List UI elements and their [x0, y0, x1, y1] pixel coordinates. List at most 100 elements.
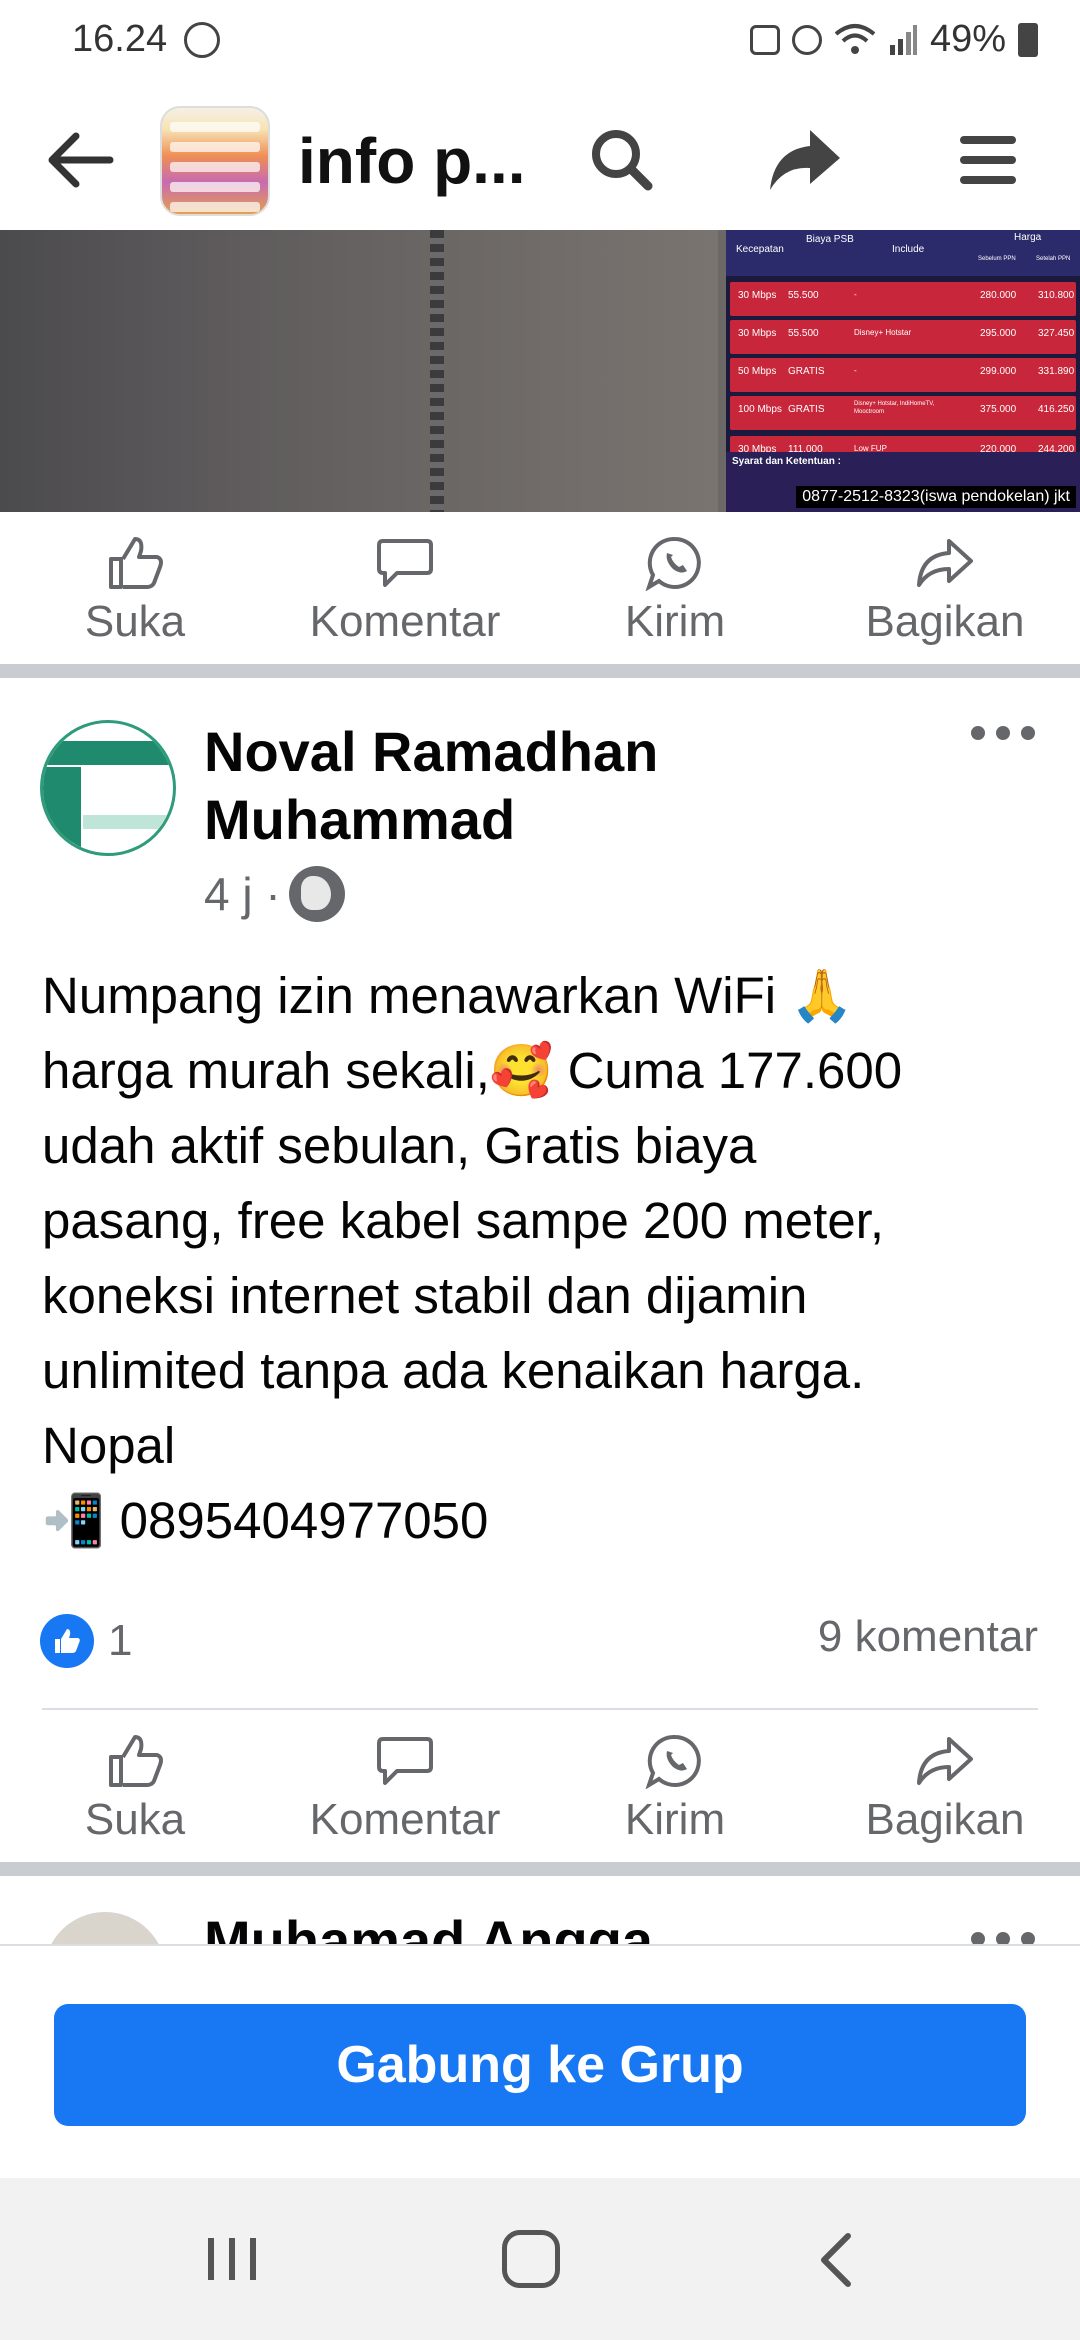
price-table-header-harga: Harga [1014, 232, 1042, 243]
previous-post-image[interactable]: Kecepatan Biaya PSB Include Harga Sebelu… [0, 230, 1080, 512]
comment-count[interactable]: 9 komentar [818, 1612, 1038, 1662]
price-cell: 30 Mbps [738, 290, 777, 301]
price-cell: 100 Mbps [738, 404, 782, 415]
reaction-count: 1 [108, 1616, 133, 1665]
like-label: Suka [84, 597, 186, 646]
price-cell: GRATIS [788, 366, 825, 377]
price-cell: 55.500 [788, 290, 819, 301]
status-time: 16.24 [72, 18, 168, 60]
comment-label: Komentar [309, 597, 501, 646]
price-cell: GRATIS [788, 404, 825, 415]
price-cell: 327.450 [1038, 328, 1075, 339]
share-arrow-icon[interactable] [764, 120, 844, 200]
price-cell: 310.800 [1038, 290, 1075, 301]
like-button[interactable]: Suka [0, 1714, 270, 1864]
join-group-button[interactable]: Gabung ke Grup [54, 2004, 1026, 2126]
like-icon [109, 537, 163, 589]
price-cell: - [854, 290, 857, 299]
send-label: Kirim [624, 597, 726, 646]
price-cell: Disney+ Hotstar [854, 328, 912, 337]
price-cell: 416.250 [1038, 404, 1075, 415]
post-separator [0, 1862, 1080, 1876]
status-bar: 16.24 49% [0, 0, 1080, 84]
like-button[interactable]: Suka [0, 516, 270, 666]
wifi-icon [834, 23, 876, 54]
price-table-header: Kecepatan Biaya PSB Include Harga Sebelu… [726, 230, 1080, 276]
comment-icon [377, 539, 433, 587]
battery-saver-icon [749, 24, 780, 55]
photo-zipper [430, 230, 444, 512]
price-cell: 299.000 [980, 366, 1017, 377]
reactions-summary[interactable]: 1 [40, 1614, 132, 1668]
globe-icon [288, 866, 345, 922]
whatsapp-icon [645, 1734, 701, 1789]
post-body: Numpang izin menawarkan WiFi 🙏 harga mur… [42, 967, 903, 1549]
comment-button[interactable]: Komentar [270, 1714, 540, 1864]
whatsapp-notification-icon [184, 22, 220, 58]
recent-apps-icon[interactable] [204, 2234, 260, 2284]
comment-button[interactable]: Komentar [270, 516, 540, 666]
post-time[interactable]: 4 j · [204, 867, 281, 921]
price-cell: - [854, 366, 857, 375]
send-button[interactable]: Kirim [540, 1714, 810, 1864]
price-table-header-before-ppn: Sebelum PPN [978, 256, 1016, 262]
price-cell: 50 Mbps [738, 366, 777, 377]
price-row: 30 Mbps 55.500 Disney+ Hotstar 295.000 3… [730, 320, 1076, 354]
system-nav-bar [0, 2178, 1080, 2340]
top-app-bar: info p... [0, 84, 1080, 230]
phone-overlay: 0877-2512-8323(iswa pendokelan) jkt [796, 486, 1076, 508]
alarm-icon [791, 24, 822, 55]
price-cell: 375.000 [980, 404, 1017, 415]
post-actions: Suka Komentar Kirim Bagikan [0, 1714, 1080, 1864]
share-button[interactable]: Bagikan [810, 1714, 1080, 1864]
menu-icon[interactable] [950, 120, 1030, 200]
more-icon[interactable] [968, 718, 1038, 748]
share-icon [917, 1737, 973, 1785]
home-icon[interactable] [502, 2230, 560, 2288]
battery-icon [1018, 22, 1038, 57]
group-title[interactable]: info p... [298, 124, 526, 198]
like-reaction-icon [40, 1614, 94, 1668]
price-cell: 55.500 [788, 328, 819, 339]
price-cell: 331.890 [1038, 366, 1075, 377]
post-author[interactable]: Noval Ramadhan Muhammad [204, 718, 904, 854]
comment-icon [377, 1737, 433, 1785]
price-cell: Disney+ Hotstar, IndiHomeTV, Mooctroom [854, 401, 935, 415]
signal-icon [889, 24, 917, 55]
post-separator [0, 664, 1080, 678]
author-avatar[interactable] [40, 720, 176, 856]
search-icon[interactable] [582, 120, 662, 200]
status-icons: 49% [749, 18, 1038, 61]
price-table-header-psb: Biaya PSB [806, 234, 854, 245]
back-arrow-icon[interactable] [40, 120, 120, 200]
photo-jacket [0, 230, 718, 512]
send-button[interactable]: Kirim [540, 516, 810, 666]
like-label: Suka [84, 1795, 186, 1844]
send-label: Kirim [624, 1795, 726, 1844]
share-label: Bagikan [865, 597, 1025, 646]
price-cell: 295.000 [980, 328, 1017, 339]
price-cell: 280.000 [980, 290, 1017, 301]
comment-label: Komentar [309, 1795, 501, 1844]
price-row: 30 Mbps 55.500 - 280.000 310.800 [730, 282, 1076, 316]
like-icon [109, 1735, 163, 1787]
battery-percent: 49% [929, 18, 1006, 60]
price-cell: 30 Mbps [738, 328, 777, 339]
price-row: 50 Mbps GRATIS - 299.000 331.890 [730, 358, 1076, 392]
join-group-panel: Gabung ke Grup [0, 1944, 1080, 2178]
post-actions-top: Suka Komentar Kirim Bagikan [0, 516, 1080, 666]
share-label: Bagikan [865, 1795, 1025, 1844]
share-icon [917, 539, 973, 587]
post-meta: 4 j · [204, 866, 345, 922]
actions-divider [42, 1708, 1038, 1710]
price-table-image: Kecepatan Biaya PSB Include Harga Sebelu… [726, 230, 1080, 512]
price-table-header-include: Include [892, 244, 925, 255]
price-table-header-after-ppn: Setelah PPN [1036, 256, 1071, 262]
whatsapp-icon [645, 536, 701, 591]
price-table-header-speed: Kecepatan [736, 244, 784, 255]
nav-back-icon[interactable] [816, 2230, 856, 2290]
price-row: 100 Mbps GRATIS Disney+ Hotstar, IndiHom… [730, 396, 1076, 430]
group-thumbnail[interactable] [160, 106, 270, 216]
terms-title: Syarat dan Ketentuan : [732, 456, 841, 467]
share-button[interactable]: Bagikan [810, 516, 1080, 666]
